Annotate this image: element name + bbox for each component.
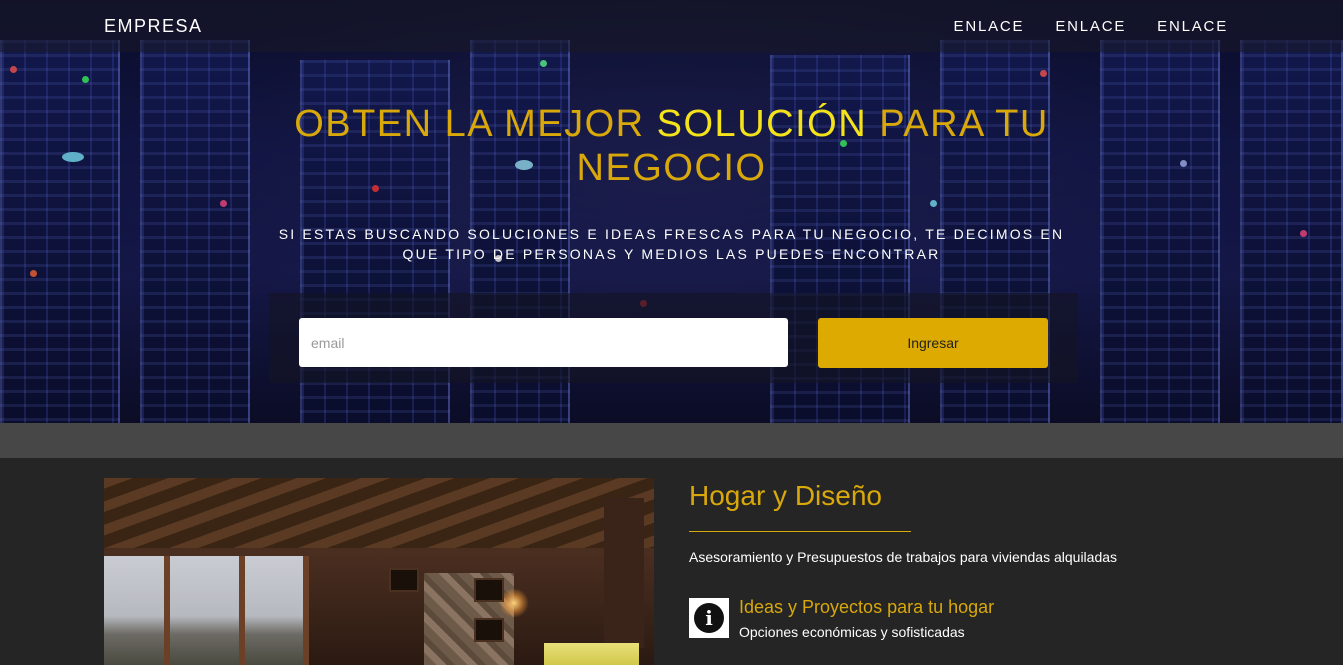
- wall-niche: [474, 578, 504, 602]
- nav-links: ENLACE ENLACE ENLACE: [954, 18, 1228, 35]
- room-image: [104, 478, 654, 665]
- window-frame: [239, 556, 245, 665]
- wall-niche: [389, 568, 419, 592]
- nav-link-1[interactable]: ENLACE: [954, 18, 1025, 35]
- feature-item-title: Ideas y Proyectos para tu hogar: [739, 597, 995, 617]
- feature-title: Hogar y Diseño: [689, 480, 882, 511]
- feature-item-description: Opciones económicas y sofisticadas: [739, 624, 965, 640]
- email-input[interactable]: [299, 318, 788, 367]
- title-underline: [689, 531, 911, 532]
- hero-title-part1: OBTEN LA MEJOR: [294, 103, 657, 145]
- ceiling-beams: [104, 478, 654, 548]
- info-icon: i: [689, 598, 729, 638]
- hero-title: OBTEN LA MEJOR SOLUCIÓN PARA TU NEGOCIO: [250, 102, 1093, 190]
- signup-form: Ingresar: [269, 293, 1078, 383]
- hero-section: EMPRESA ENLACE ENLACE ENLACE OBTEN LA ME…: [0, 0, 1343, 423]
- window-view: [104, 556, 309, 665]
- navbar: EMPRESA ENLACE ENLACE ENLACE: [0, 0, 1343, 52]
- divider-band: [0, 423, 1343, 458]
- feature-section: Hogar y Diseño Asesoramiento y Presupues…: [0, 458, 1343, 665]
- feature-description: Asesoramiento y Presupuestos de trabajos…: [689, 549, 1118, 565]
- column: [604, 498, 644, 648]
- window-frame: [164, 556, 170, 665]
- submit-button[interactable]: Ingresar: [818, 318, 1048, 368]
- nav-link-3[interactable]: ENLACE: [1157, 18, 1228, 35]
- hero-subtitle: SI ESTAS BUSCANDO SOLUCIONES E IDEAS FRE…: [278, 226, 1065, 262]
- wall-niche: [474, 618, 504, 642]
- brand-logo[interactable]: EMPRESA: [104, 16, 203, 37]
- hero-title-highlight: SOLUCIÓN: [656, 103, 868, 145]
- lamp: [544, 643, 639, 665]
- nav-link-2[interactable]: ENLACE: [1055, 18, 1126, 35]
